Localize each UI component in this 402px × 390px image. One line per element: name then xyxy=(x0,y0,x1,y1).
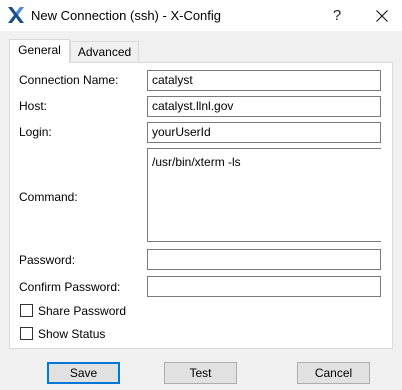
close-icon xyxy=(376,9,388,22)
share-password-checkbox[interactable] xyxy=(20,304,33,317)
command-label: Command: xyxy=(19,190,78,204)
tab-advanced[interactable]: Advanced xyxy=(70,41,139,62)
close-button[interactable] xyxy=(362,0,402,31)
host-label: Host: xyxy=(19,99,48,113)
tab-general[interactable]: General xyxy=(9,39,70,63)
host-field[interactable]: catalyst.llnl.gov xyxy=(147,96,381,117)
connection-name-field[interactable]: catalyst xyxy=(147,70,381,91)
command-field[interactable]: /usr/bin/xterm -ls xyxy=(147,148,381,242)
connection-name-label: Connection Name: xyxy=(19,73,119,87)
help-button[interactable]: ? xyxy=(325,0,349,31)
save-button[interactable]: Save xyxy=(47,362,120,384)
title-bar[interactable]: New Connection (ssh) - X-Config ? xyxy=(0,0,402,31)
window-title: New Connection (ssh) - X-Config xyxy=(31,8,222,23)
confirm-password-field[interactable] xyxy=(147,276,381,297)
password-field[interactable] xyxy=(147,249,381,270)
confirm-password-label: Confirm Password: xyxy=(19,280,121,294)
share-password-label[interactable]: Share Password xyxy=(38,304,126,318)
x-config-icon xyxy=(8,7,24,23)
dialog-window: New Connection (ssh) - X-Config ? Genera… xyxy=(0,0,402,390)
show-status-checkbox[interactable] xyxy=(20,327,33,340)
password-label: Password: xyxy=(19,253,76,267)
test-button[interactable]: Test xyxy=(164,362,237,384)
login-field[interactable]: yourUserId xyxy=(147,122,381,143)
cancel-button[interactable]: Cancel xyxy=(297,362,370,384)
show-status-label[interactable]: Show Status xyxy=(38,327,105,341)
login-label: Login: xyxy=(19,125,52,139)
